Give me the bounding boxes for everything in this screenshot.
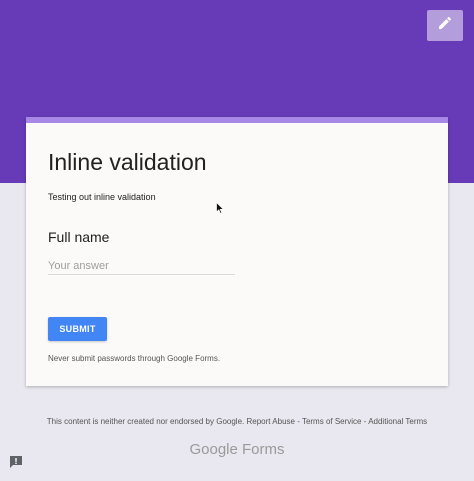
terms-of-service-link[interactable]: Terms of Service (302, 417, 362, 426)
report-abuse-link[interactable]: Report Abuse (246, 417, 294, 426)
report-issue-icon (9, 456, 23, 473)
mouse-cursor-icon (216, 201, 225, 214)
password-warning: Never submit passwords through Google Fo… (48, 354, 221, 363)
brand-google: Google (189, 441, 238, 458)
edit-form-button[interactable] (427, 10, 463, 41)
form-card: Inline validation Testing out inline val… (26, 117, 448, 386)
pencil-icon (437, 15, 453, 36)
submit-button[interactable]: SUBMIT (48, 317, 107, 341)
full-name-input[interactable] (48, 257, 235, 275)
form-title: Inline validation (48, 149, 207, 175)
brand-forms: Forms (242, 441, 285, 458)
footer-separator: - (294, 417, 302, 426)
google-forms-logo[interactable]: Google Forms (0, 441, 474, 458)
additional-terms-link[interactable]: Additional Terms (368, 417, 427, 426)
report-issue-button[interactable] (9, 455, 23, 469)
footer-disclaimer: This content is neither created nor endo… (46, 417, 245, 426)
form-description: Testing out inline validation (48, 192, 156, 202)
page: Inline validation Testing out inline val… (0, 0, 474, 481)
footer: This content is neither created nor endo… (0, 417, 474, 426)
question-label-full-name: Full name (48, 229, 110, 245)
